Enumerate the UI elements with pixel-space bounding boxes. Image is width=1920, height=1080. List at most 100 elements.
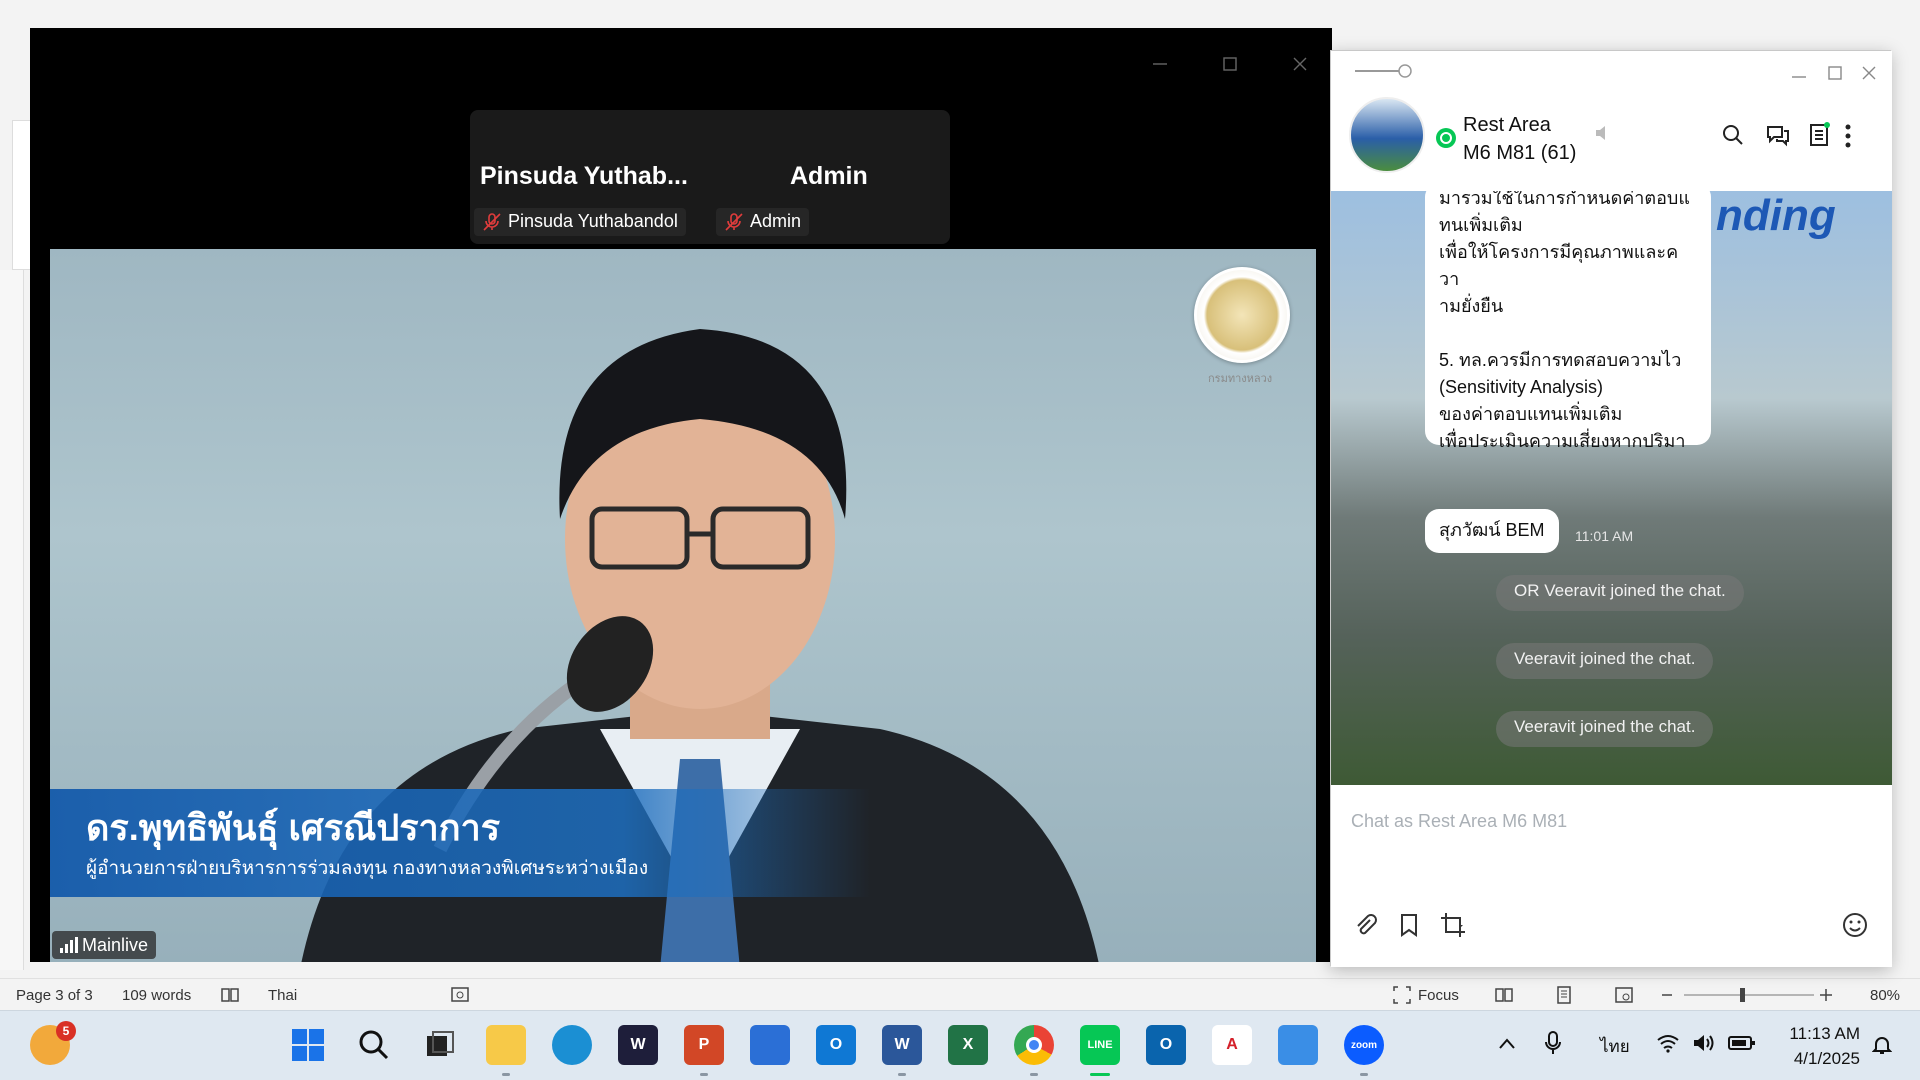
weather-badge: 5 bbox=[56, 1021, 76, 1041]
notes-icon[interactable] bbox=[1809, 121, 1831, 147]
chat-bubbles-icon[interactable] bbox=[1765, 123, 1791, 147]
wifi-icon[interactable] bbox=[1656, 1033, 1680, 1053]
minimize-icon[interactable] bbox=[1152, 56, 1168, 72]
active-indicator bbox=[1090, 1073, 1110, 1076]
zoom-slider[interactable] bbox=[1660, 985, 1840, 1005]
message-line: ของค่าตอบแทนเพิ่มเติม bbox=[1439, 404, 1623, 424]
search-button[interactable] bbox=[354, 1025, 394, 1065]
zoom-app[interactable]: zoom bbox=[1344, 1025, 1384, 1065]
system-clock[interactable]: 11:13 AM 4/1/2025 bbox=[1776, 1021, 1860, 1071]
acrobat-app[interactable]: A bbox=[1212, 1025, 1252, 1065]
store-app[interactable] bbox=[750, 1025, 790, 1065]
message-bubble[interactable]: สุภวัฒน์ BEM bbox=[1425, 509, 1559, 553]
read-mode-icon[interactable] bbox=[1494, 985, 1514, 1005]
chat-title[interactable]: Rest Area M6 M81 (61) bbox=[1463, 111, 1576, 167]
web-layout-icon[interactable] bbox=[1614, 985, 1634, 1005]
paperclip-icon[interactable] bbox=[1351, 911, 1379, 939]
chat-input-field[interactable]: Chat as Rest Area M6 M81 bbox=[1351, 811, 1567, 832]
weather-widget[interactable]: 5 bbox=[30, 1021, 76, 1065]
excel-app[interactable]: X bbox=[948, 1025, 988, 1065]
lower-third-banner: ดร.พุทธิพันธุ์ เศรณีปราการ ผู้อำนวยการฝ่… bbox=[50, 789, 870, 897]
focus-icon[interactable] bbox=[1392, 985, 1412, 1005]
more-options-icon[interactable] bbox=[1843, 123, 1853, 149]
notifications-icon[interactable] bbox=[1872, 1035, 1892, 1055]
zoom-meeting-window: Pinsuda Yuthab... Admin Pinsuda Yuthaban… bbox=[30, 28, 1332, 962]
battery-icon[interactable] bbox=[1728, 1035, 1756, 1051]
task-view-button[interactable] bbox=[420, 1025, 460, 1065]
maximize-icon[interactable] bbox=[1222, 56, 1238, 72]
speaker-name: ดร.พุทธิพันธุ์ เศรณีปราการ bbox=[86, 807, 501, 848]
line-icon: LINE bbox=[1087, 1039, 1113, 1051]
taskbar: 5 W P O W X LINE O A zoom ไทย 11:13 AM 4… bbox=[0, 1010, 1920, 1080]
participant-label[interactable]: Admin bbox=[716, 208, 810, 236]
message-line: เพื่อให้โครงการมีคุณภาพและควา bbox=[1439, 242, 1679, 289]
muted-speaker-icon[interactable] bbox=[1593, 123, 1613, 143]
task-view-icon bbox=[427, 1031, 454, 1056]
message-line: มารวมใช้ในการกำหนดค่าตอบแ bbox=[1439, 191, 1690, 208]
participant-label[interactable]: Pinsuda Yuthabandol bbox=[474, 208, 686, 236]
microphone-icon[interactable] bbox=[1544, 1031, 1562, 1057]
participant-full-name: Pinsuda Yuthabandol bbox=[508, 211, 678, 231]
clock-date: 4/1/2025 bbox=[1793, 1049, 1860, 1068]
powerpoint-icon: P bbox=[698, 1036, 710, 1053]
close-icon[interactable] bbox=[1292, 56, 1308, 72]
running-indicator bbox=[502, 1073, 510, 1076]
word-vertical-ruler bbox=[0, 270, 24, 970]
clock-time: 11:13 AM bbox=[1789, 1024, 1860, 1043]
mic-muted-icon bbox=[725, 213, 743, 231]
close-icon[interactable] bbox=[1861, 65, 1877, 81]
chat-message-area[interactable]: nding มารวมใช้ในการกำหนดค่าตอบแ ทนเพิ่มเ… bbox=[1331, 191, 1892, 785]
message-bubble[interactable]: มารวมใช้ในการกำหนดค่าตอบแ ทนเพิ่มเติม เพ… bbox=[1425, 191, 1711, 451]
start-button[interactable] bbox=[288, 1025, 328, 1065]
signal-strength-icon bbox=[60, 937, 78, 953]
opacity-slider[interactable] bbox=[1353, 63, 1413, 79]
signal-label: Mainlive bbox=[82, 935, 149, 955]
input-language[interactable]: ไทย bbox=[1600, 1033, 1630, 1060]
background-banner-text: nding bbox=[1716, 191, 1836, 240]
zoom-level[interactable]: 80% bbox=[1870, 987, 1900, 1004]
acrobat-icon: A bbox=[1226, 1036, 1238, 1053]
group-avatar[interactable] bbox=[1349, 97, 1425, 173]
maximize-icon[interactable] bbox=[1827, 65, 1843, 81]
message-line: (Sensitivity Analysis) bbox=[1439, 377, 1604, 397]
search-icon[interactable] bbox=[1721, 123, 1745, 147]
connection-badge[interactable]: Mainlive bbox=[52, 931, 157, 959]
chat-input-area[interactable]: Chat as Rest Area M6 M81 bbox=[1331, 785, 1892, 967]
emoji-icon[interactable] bbox=[1841, 911, 1869, 939]
volume-icon[interactable] bbox=[1692, 1033, 1716, 1053]
bookmark-icon[interactable] bbox=[1395, 911, 1423, 939]
participant-name: Admin bbox=[790, 162, 868, 190]
file-explorer-app[interactable] bbox=[486, 1025, 526, 1065]
chat-header: Rest Area M6 M81 (61) bbox=[1331, 51, 1892, 191]
outlook-app[interactable]: O bbox=[1146, 1025, 1186, 1065]
proofing-icon[interactable] bbox=[220, 985, 240, 1005]
webex-icon: W bbox=[630, 1036, 646, 1053]
running-indicator bbox=[700, 1073, 708, 1076]
webex-app[interactable]: W bbox=[618, 1025, 658, 1065]
minimize-icon[interactable] bbox=[1791, 65, 1807, 81]
outlook-new-app[interactable]: O bbox=[816, 1025, 856, 1065]
edge-app[interactable] bbox=[552, 1025, 592, 1065]
accessibility-icon[interactable] bbox=[450, 985, 470, 1005]
webinar-chat-window: Rest Area M6 M81 (61) nding มารวมใช้ในกา… bbox=[1330, 50, 1892, 967]
page-count[interactable]: Page 3 of 3 bbox=[16, 987, 93, 1004]
system-message: Veeravit joined the chat. bbox=[1496, 643, 1714, 679]
search-icon bbox=[359, 1030, 389, 1060]
participant-name: Pinsuda Yuthab... bbox=[480, 162, 688, 190]
line-app[interactable]: LINE bbox=[1080, 1025, 1120, 1065]
powerpoint-app[interactable]: P bbox=[684, 1025, 724, 1065]
print-layout-icon[interactable] bbox=[1554, 985, 1574, 1005]
language-status[interactable]: Thai bbox=[268, 987, 297, 1004]
crop-screenshot-icon[interactable] bbox=[1439, 911, 1467, 939]
zoom-icon: zoom bbox=[1350, 1039, 1378, 1051]
message-line: 5. ทล.ควรมีการทดสอบความไว bbox=[1439, 350, 1682, 370]
chrome-icon bbox=[1026, 1037, 1042, 1053]
notepad-app[interactable] bbox=[1278, 1025, 1318, 1065]
word-app[interactable]: W bbox=[882, 1025, 922, 1065]
chrome-app[interactable] bbox=[1014, 1025, 1054, 1065]
word-status-bar: Page 3 of 3 109 words Thai Focus 80% bbox=[0, 978, 1920, 1010]
word-count[interactable]: 109 words bbox=[122, 987, 191, 1004]
chevron-up-icon[interactable] bbox=[1498, 1037, 1516, 1051]
speaker-video[interactable]: กรมทางหลวง ดร.พุทธิพันธุ์ เศรณีปราการ ผู… bbox=[50, 249, 1316, 962]
focus-button[interactable]: Focus bbox=[1418, 987, 1459, 1004]
